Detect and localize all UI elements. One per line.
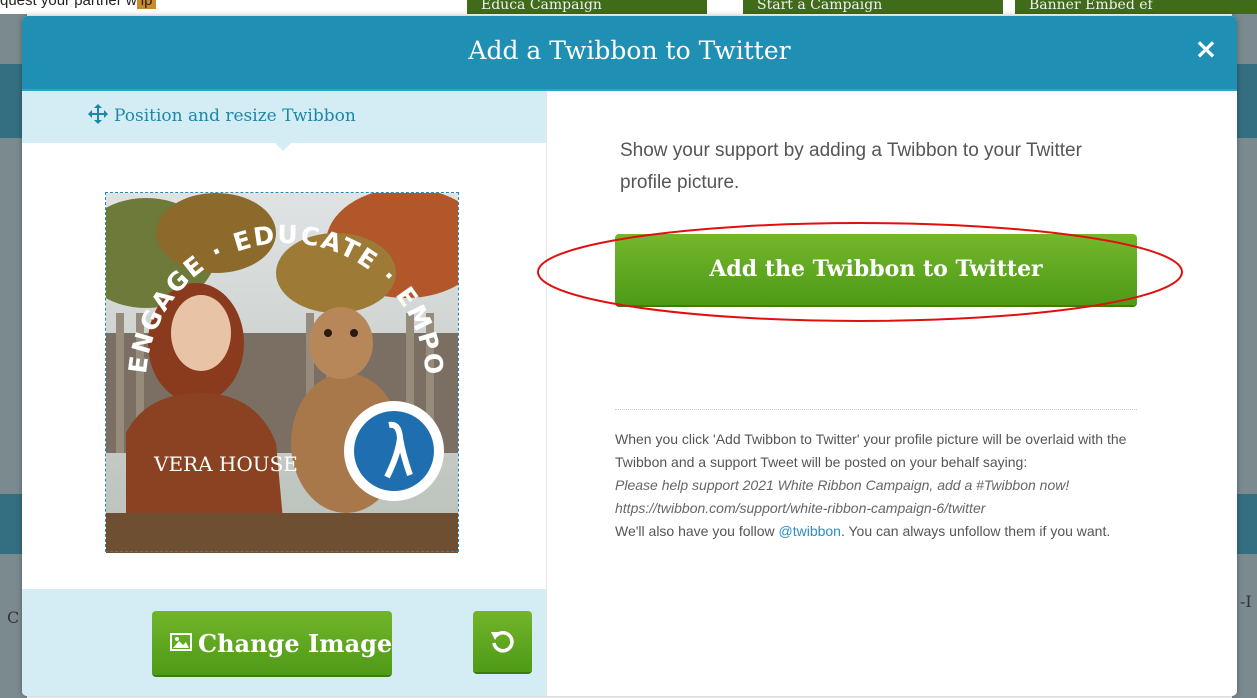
- support-message: Show your support by adding a Twibbon to…: [620, 140, 1082, 193]
- vera-house-logo: VERA HOUSE: [153, 452, 298, 476]
- dotted-separator: [615, 409, 1137, 410]
- twibbon-modal: Add a Twibbon to Twitter × Position and …: [22, 16, 1237, 696]
- modal-title: Add a Twibbon to Twitter: [468, 36, 791, 65]
- add-twibbon-to-twitter-button[interactable]: Add the Twibbon to Twitter: [615, 234, 1137, 305]
- right-panel: Show your support by adding a Twibbon to…: [547, 91, 1237, 696]
- reset-button[interactable]: [473, 611, 532, 672]
- tweet-preview: Please help support 2021 White Ribbon Ca…: [615, 477, 1070, 516]
- close-button[interactable]: ×: [1191, 34, 1221, 64]
- change-image-label: Change Image: [198, 629, 393, 658]
- background-letter: -I: [1240, 592, 1252, 611]
- photo-illustration: ENGAGE · EDUCATE · EMPOWER VERA HOUSE: [106, 193, 458, 553]
- change-image-button[interactable]: Change Image: [152, 611, 392, 675]
- profile-photo-preview[interactable]: ENGAGE · EDUCATE · EMPOWER VERA HOUSE: [106, 193, 458, 553]
- background-tab: Start a Campaign: [743, 0, 1003, 14]
- left-panel: Position and resize Twibbon ENGAGE · EDU…: [22, 91, 546, 696]
- background-tab: Banner Embed ef: [1015, 0, 1257, 14]
- background-letter: C: [7, 608, 20, 627]
- info-text: When you click 'Add Twibbon to Twitter' …: [615, 428, 1145, 543]
- tab-pointer: [275, 143, 291, 151]
- info-intro: When you click 'Add Twibbon to Twitter' …: [615, 431, 1127, 470]
- background-top-text: quest your partner w ip: [0, 0, 157, 12]
- twibbon-handle-link[interactable]: @twibbon: [779, 523, 841, 539]
- modal-header: Add a Twibbon to Twitter ×: [22, 16, 1237, 91]
- move-arrows-icon: [88, 104, 108, 124]
- left-footer: Change Image: [22, 589, 546, 696]
- image-icon: [170, 633, 192, 651]
- position-resize-label: Position and resize Twibbon: [114, 106, 356, 126]
- follow-note: We'll also have you follow @twibbon. You…: [615, 523, 1111, 539]
- rotate-reset-icon: [491, 631, 514, 653]
- position-resize-tab[interactable]: Position and resize Twibbon: [22, 91, 546, 151]
- background-tab: Educa Campaign: [467, 0, 707, 14]
